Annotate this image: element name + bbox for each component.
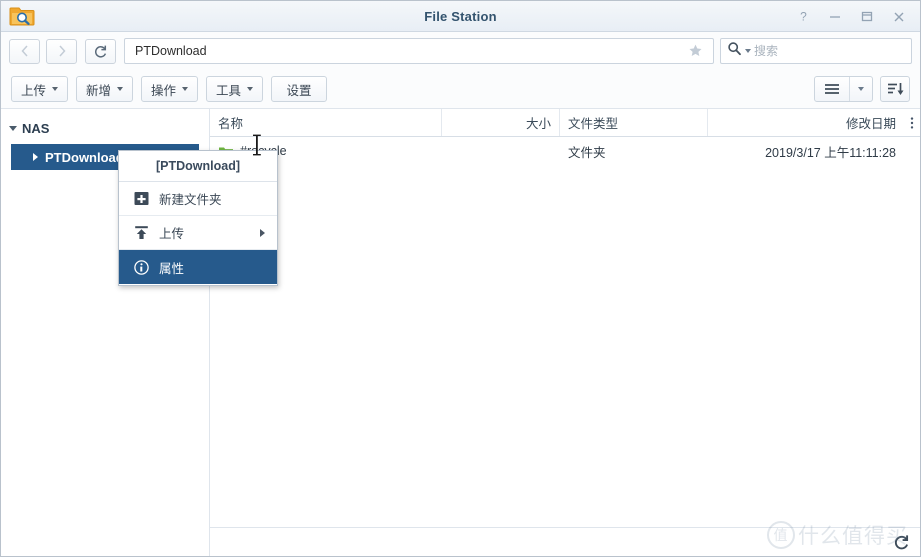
column-header-size[interactable]: 大小 [442, 109, 560, 136]
sidebar-item-nas[interactable]: NAS [1, 117, 209, 139]
settings-button-label: 设置 [286, 83, 312, 98]
file-station-window: File Station ? PTDownload 搜索 上传 新增 操作 工具… [0, 0, 921, 557]
view-mode-split-button [814, 76, 873, 102]
upload-icon [133, 225, 149, 241]
file-date-cell: 2019/3/17 上午11:11:28 [765, 145, 896, 160]
toolbar: 上传 新增 操作 工具 设置 [1, 70, 920, 108]
list-view-icon[interactable] [815, 77, 850, 101]
context-menu-title: [PTDownload] [119, 151, 277, 182]
upload-button-label: 上传 [21, 83, 47, 98]
context-menu-item-label: 新建文件夹 [159, 193, 222, 207]
svg-text:?: ? [800, 10, 807, 23]
view-mode-chevron-down-icon[interactable] [850, 77, 872, 101]
file-list-panel: 名称 大小 文件类型 修改日期 文件夹 2019/3/17 上午11:11:28 [210, 109, 920, 556]
action-button[interactable]: 操作 [141, 76, 199, 102]
path-field[interactable]: PTDownload [124, 38, 714, 64]
chevron-down-icon [117, 87, 124, 91]
context-menu-item-label: 属性 [159, 261, 185, 276]
close-button[interactable] [884, 4, 914, 30]
chevron-down-icon [247, 87, 254, 91]
new-folder-icon [133, 191, 149, 207]
search-options-chevron-down-icon[interactable] [745, 49, 751, 53]
column-header-date[interactable]: 修改日期 [708, 109, 904, 136]
sort-descending-icon[interactable] [880, 76, 910, 102]
minimize-button[interactable] [820, 4, 850, 30]
tools-button-label: 工具 [216, 83, 242, 98]
back-button[interactable] [9, 38, 40, 64]
window-title: File Station [424, 9, 497, 24]
chevron-down-icon [182, 87, 189, 91]
chevron-down-icon [52, 87, 59, 91]
title-bar: File Station ? [1, 1, 920, 32]
search-box[interactable] [720, 38, 912, 64]
create-button-label: 新增 [86, 83, 112, 98]
context-menu-item-label: 上传 [159, 227, 185, 241]
settings-button[interactable]: 设置 [271, 76, 328, 102]
path-value: PTDownload [135, 44, 207, 58]
table-row[interactable]: #recycle 文件夹 2019/3/17 上午11:11:28 [210, 137, 920, 165]
search-input[interactable] [754, 44, 909, 58]
search-icon [727, 41, 742, 61]
chevron-right-icon[interactable] [33, 153, 38, 161]
sidebar-root-label: NAS [22, 120, 50, 136]
refresh-button[interactable] [85, 38, 116, 64]
status-bar [210, 527, 920, 556]
create-button[interactable]: 新增 [76, 76, 134, 102]
toolbar-right-group [814, 76, 910, 102]
context-menu-item-properties[interactable]: 属性 [119, 250, 277, 284]
context-menu-item-new-folder[interactable]: 新建文件夹 [119, 182, 277, 216]
file-type-cell: 文件夹 [568, 145, 606, 160]
column-header-type[interactable]: 文件类型 [560, 109, 708, 136]
upload-button[interactable]: 上传 [11, 76, 69, 102]
forward-button[interactable] [46, 38, 77, 64]
action-button-label: 操作 [151, 83, 177, 98]
window-controls: ? [788, 1, 914, 32]
file-list-empty-area[interactable] [210, 165, 920, 527]
status-refresh-icon[interactable] [893, 534, 910, 551]
more-vertical-icon[interactable] [904, 109, 920, 136]
context-menu: [PTDownload] 新建文件夹 上传 属性 [118, 150, 278, 286]
help-button[interactable]: ? [788, 4, 818, 30]
submenu-chevron-right-icon [260, 228, 265, 237]
star-icon[interactable] [688, 43, 707, 60]
context-menu-item-upload[interactable]: 上传 [119, 216, 277, 250]
maximize-button[interactable] [852, 4, 882, 30]
tools-button[interactable]: 工具 [206, 76, 264, 102]
file-list-header: 名称 大小 文件类型 修改日期 [210, 109, 920, 137]
chevron-down-icon[interactable] [9, 125, 17, 131]
address-bar: PTDownload [1, 32, 920, 70]
column-header-name[interactable]: 名称 [210, 109, 442, 136]
sidebar-item-label: PTDownload [45, 149, 124, 165]
info-icon [133, 259, 149, 275]
